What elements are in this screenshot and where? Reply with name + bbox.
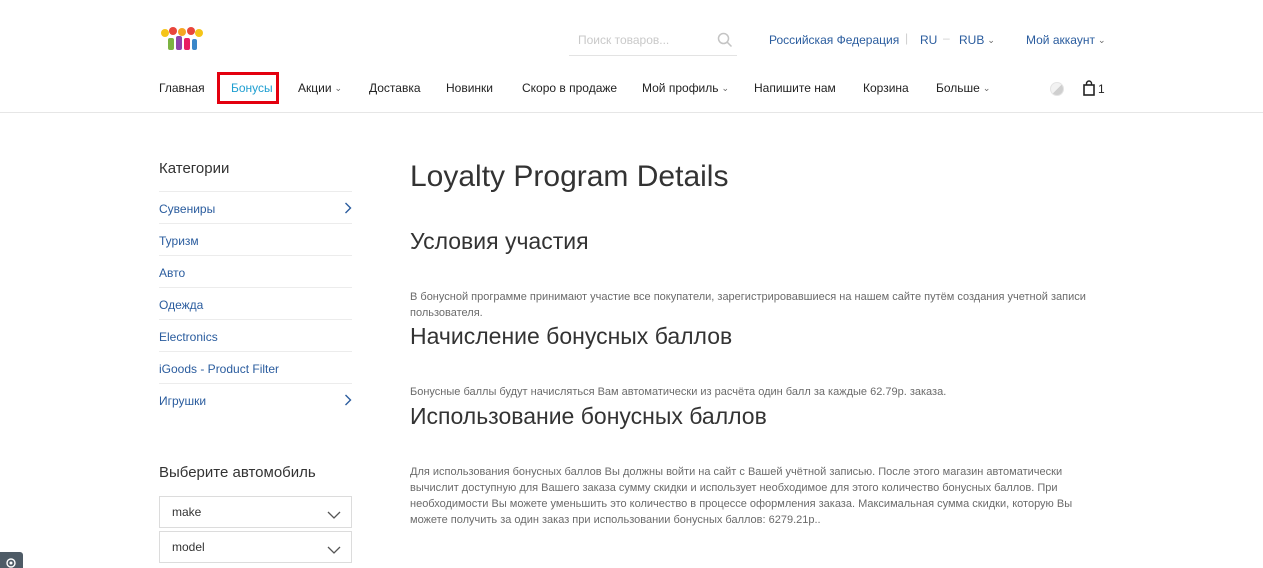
chevron-down-icon xyxy=(327,507,341,519)
nav-item-more[interactable]: Больше ⌄ xyxy=(936,81,990,95)
category-label: Сувениры xyxy=(159,202,216,216)
chevron-right-icon[interactable] xyxy=(344,393,352,406)
chevron-down-icon: ⌄ xyxy=(1097,35,1106,45)
header-divider-line xyxy=(0,112,1263,113)
cart-bag-icon[interactable] xyxy=(1083,80,1095,96)
currency-label: RUB xyxy=(959,33,985,47)
category-item[interactable]: Игрушки xyxy=(159,383,352,415)
cart-count[interactable]: 1 xyxy=(1098,82,1105,96)
make-select[interactable]: make xyxy=(159,496,352,528)
category-label: Одежда xyxy=(159,298,204,312)
header-divider: | xyxy=(905,31,909,45)
model-select-value: model xyxy=(172,540,205,554)
section-heading-accrual: Начисление бонусных баллов xyxy=(410,323,733,349)
chevron-down-icon: ⌄ xyxy=(334,83,343,93)
region-selector[interactable]: Российская Федерация xyxy=(769,33,899,47)
model-select[interactable]: model xyxy=(159,531,352,563)
search-input[interactable] xyxy=(569,28,709,52)
nav-item-promotions[interactable]: Акции ⌄ xyxy=(298,81,342,95)
language-selector[interactable]: RU xyxy=(920,33,937,47)
category-item[interactable]: iGoods - Product Filter xyxy=(159,351,352,383)
page-title: Loyalty Program Details xyxy=(410,160,729,193)
section-text-participation: В бонусной программе принимают участие в… xyxy=(410,291,1086,319)
category-item[interactable]: Одежда xyxy=(159,287,352,319)
currency-selector[interactable]: RUB ⌄ xyxy=(959,33,995,47)
category-label: Electronics xyxy=(159,330,218,344)
chevron-down-icon: ⌄ xyxy=(982,83,991,93)
category-list: Сувениры Туризм Авто Одежда Electronics … xyxy=(159,191,352,415)
nav-item-new[interactable]: Новинки xyxy=(446,81,493,95)
nav-label: Мой профиль xyxy=(642,81,719,95)
settings-gear-icon[interactable] xyxy=(0,552,23,568)
theme-toggle-icon[interactable] xyxy=(1050,82,1064,96)
search-box xyxy=(569,28,737,56)
section-text-accrual: Бонусные баллы будут начисляться Вам авт… xyxy=(410,386,947,398)
nav-item-my-profile[interactable]: Мой профиль ⌄ xyxy=(642,81,729,95)
nav-item-delivery[interactable]: Доставка xyxy=(369,81,421,95)
category-label: Игрушки xyxy=(159,394,207,408)
category-item[interactable]: Сувениры xyxy=(159,191,352,223)
chevron-down-icon: ⌄ xyxy=(721,83,730,93)
category-item[interactable]: Туризм xyxy=(159,223,352,255)
section-text-usage: Для использования бонусных баллов Вы дол… xyxy=(410,466,1073,526)
account-menu[interactable]: Мой аккаунт ⌄ xyxy=(1026,33,1106,47)
store-logo[interactable] xyxy=(160,26,204,52)
chevron-right-icon[interactable] xyxy=(344,201,352,214)
section-heading-participation: Условия участия xyxy=(410,228,589,254)
nav-item-contact[interactable]: Напишите нам xyxy=(754,81,836,95)
category-label: Туризм xyxy=(159,234,199,248)
nav-item-coming-soon[interactable]: Скоро в продаже xyxy=(522,81,617,95)
category-item[interactable]: Авто xyxy=(159,255,352,287)
categories-title: Категории xyxy=(159,160,230,177)
nav-label: Акции xyxy=(298,81,332,95)
highlight-box xyxy=(217,72,279,104)
lang-currency-separator: – xyxy=(943,31,950,45)
category-item[interactable]: Electronics xyxy=(159,319,352,351)
nav-item-home[interactable]: Главная xyxy=(159,81,205,95)
account-label: Мой аккаунт xyxy=(1026,33,1095,47)
search-icon[interactable] xyxy=(717,32,733,48)
make-select-value: make xyxy=(172,505,202,519)
chevron-down-icon xyxy=(327,542,341,554)
nav-label: Больше xyxy=(936,81,980,95)
nav-item-cart[interactable]: Корзина xyxy=(863,81,909,95)
section-heading-usage: Использование бонусных баллов xyxy=(410,403,767,429)
category-label: iGoods - Product Filter xyxy=(159,362,280,376)
category-label: Авто xyxy=(159,266,186,280)
car-selector-title: Выберите автомобиль xyxy=(159,464,316,481)
chevron-down-icon: ⌄ xyxy=(987,35,995,45)
